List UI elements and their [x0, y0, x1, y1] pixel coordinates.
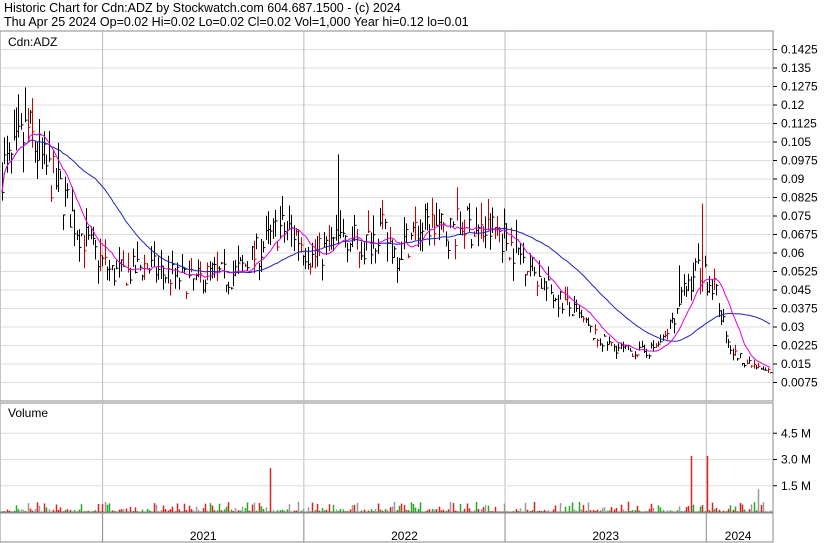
- price-tick-label: 0.105: [781, 135, 811, 149]
- price-tick-label: 0.0975: [781, 154, 818, 168]
- price-panel-title: Cdn:ADZ: [8, 35, 57, 49]
- price-tick-label: 0.1275: [781, 80, 818, 94]
- price-tick-label: 0.0675: [781, 228, 818, 242]
- price-tick-label: 0.075: [781, 209, 811, 223]
- price-tick-label: 0.0075: [781, 376, 818, 390]
- year-label: 2022: [391, 529, 418, 543]
- price-tick-label: 0.12: [781, 98, 805, 112]
- volume-tick-label: 1.5 M: [781, 479, 811, 493]
- volume-y-axis: 4.5 M 3.0 M 1.5 M: [773, 426, 811, 493]
- volume-tick-label: 3.0 M: [781, 453, 811, 467]
- price-tick-label: 0.0375: [781, 302, 818, 316]
- price-tick-label: 0.0525: [781, 265, 818, 279]
- price-tick-label: 0.0825: [781, 191, 818, 205]
- year-label: 2021: [190, 529, 217, 543]
- price-tick-label: 0.015: [781, 357, 811, 371]
- year-label: 2023: [592, 529, 619, 543]
- price-tick-label: 0.1425: [781, 43, 818, 57]
- price-tick-label: 0.045: [781, 283, 811, 297]
- price-tick-label: 0.09: [781, 172, 805, 186]
- volume-panel-frame: [0, 402, 774, 513]
- x-axis-frame: [0, 512, 774, 543]
- price-tick-label: 0.135: [781, 61, 811, 75]
- volume-panel-title: Volume: [8, 406, 48, 420]
- year-label: 2024: [725, 529, 752, 543]
- price-y-axis: 0.1425 0.135 0.1275 0.12 0.1125 0.105 0.0975 0.…: [773, 43, 818, 390]
- price-tick-label: 0.0225: [781, 339, 818, 353]
- stock-chart: 0.1425 0.135 0.1275 0.12 0.1125 0.105 0.0975 0.…: [0, 30, 818, 543]
- price-tick-label: 0.03: [781, 320, 805, 334]
- price-tick-label: 0.1125: [781, 117, 817, 131]
- volume-tick-label: 4.5 M: [781, 426, 811, 440]
- price-tick-label: 0.06: [781, 246, 805, 260]
